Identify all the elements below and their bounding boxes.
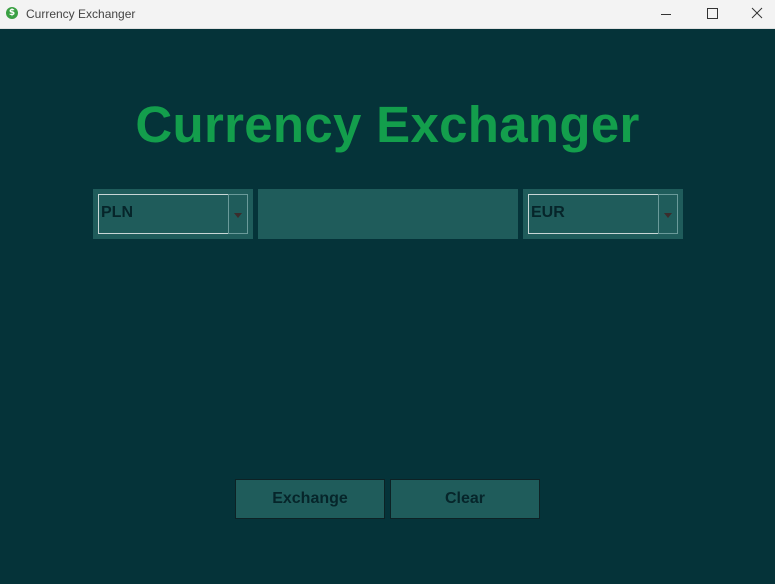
close-button[interactable]	[734, 0, 775, 29]
to-currency-select[interactable]: EUR	[528, 194, 678, 234]
from-currency-select[interactable]: PLN	[98, 194, 248, 234]
minimize-button[interactable]	[643, 0, 689, 29]
to-currency-value[interactable]: EUR	[528, 194, 659, 234]
amount-input[interactable]	[258, 189, 518, 239]
page-title: Currency Exchanger	[135, 96, 640, 153]
close-icon	[751, 7, 763, 19]
title-bar: $ Currency Exchanger	[0, 0, 775, 29]
from-currency-container: PLN	[93, 189, 253, 239]
chevron-down-icon[interactable]	[658, 194, 678, 234]
to-currency-container: EUR	[523, 189, 683, 239]
dollar-icon: $	[6, 7, 18, 19]
clear-button[interactable]: Clear	[390, 479, 540, 519]
exchange-button[interactable]: Exchange	[235, 479, 385, 519]
from-currency-value[interactable]: PLN	[98, 194, 229, 234]
main-panel: Currency Exchanger PLN EUR Exchange Clea…	[0, 29, 775, 584]
maximize-icon	[707, 8, 718, 19]
chevron-down-icon[interactable]	[228, 194, 248, 234]
window-title: Currency Exchanger	[26, 7, 136, 21]
maximize-button[interactable]	[689, 0, 735, 29]
minimize-icon	[661, 14, 671, 15]
